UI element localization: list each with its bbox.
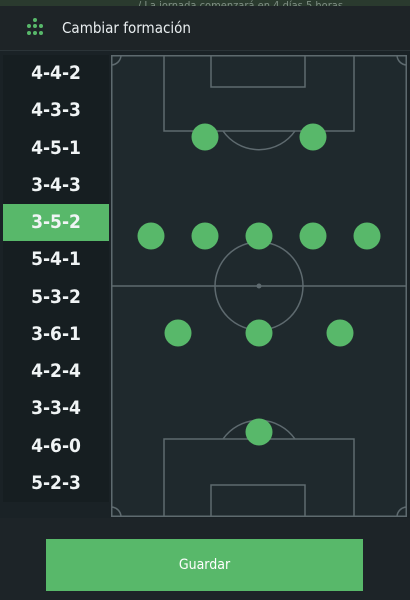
top-goal-area (210, 55, 306, 88)
player-marker[interactable] (245, 222, 273, 250)
player-marker[interactable] (299, 123, 327, 151)
dialog-footer: Guardar (0, 518, 410, 600)
formation-option-5-4-1[interactable]: 5-4-1 (3, 241, 109, 278)
player-marker[interactable] (164, 319, 192, 347)
dialog-header: Cambiar formación (0, 6, 410, 51)
player-marker[interactable] (191, 222, 219, 250)
top-penalty-arc (222, 130, 296, 151)
dialog-title: Cambiar formación (62, 19, 191, 37)
save-button[interactable]: Guardar (46, 539, 363, 591)
formation-option-4-6-0[interactable]: 4-6-0 (3, 428, 109, 465)
formation-option-4-4-2[interactable]: 4-4-2 (3, 55, 109, 92)
dots-grid-icon (24, 17, 46, 39)
player-marker[interactable] (245, 319, 273, 347)
player-marker[interactable] (299, 222, 327, 250)
top-penalty-area (163, 55, 355, 132)
player-marker[interactable] (326, 319, 354, 347)
player-marker[interactable] (191, 123, 219, 151)
formation-option-3-5-2[interactable]: 3-5-2 (3, 204, 109, 242)
soccer-field (111, 55, 407, 517)
formation-option-3-3-4[interactable]: 3-3-4 (3, 390, 109, 427)
field-diagram (111, 55, 407, 517)
player-marker[interactable] (245, 418, 273, 446)
formation-option-4-3-3[interactable]: 4-3-3 (3, 92, 109, 129)
formation-option-5-3-2[interactable]: 5-3-2 (3, 279, 109, 316)
formation-option-3-4-3[interactable]: 3-4-3 (3, 167, 109, 204)
center-spot (256, 283, 262, 289)
formation-list: 4-4-2 4-3-3 4-5-1 3-4-3 3-5-2 5-4-1 5-3-2 3-6-1… (3, 55, 109, 502)
player-marker[interactable] (137, 222, 165, 250)
player-marker[interactable] (353, 222, 381, 250)
formation-option-5-2-3[interactable]: 5-2-3 (3, 465, 109, 502)
bottom-penalty-area (163, 438, 355, 517)
formation-option-4-2-4[interactable]: 4-2-4 (3, 353, 109, 390)
formation-option-4-5-1[interactable]: 4-5-1 (3, 130, 109, 167)
formation-option-3-6-1[interactable]: 3-6-1 (3, 316, 109, 353)
bottom-goal-area (210, 484, 306, 517)
